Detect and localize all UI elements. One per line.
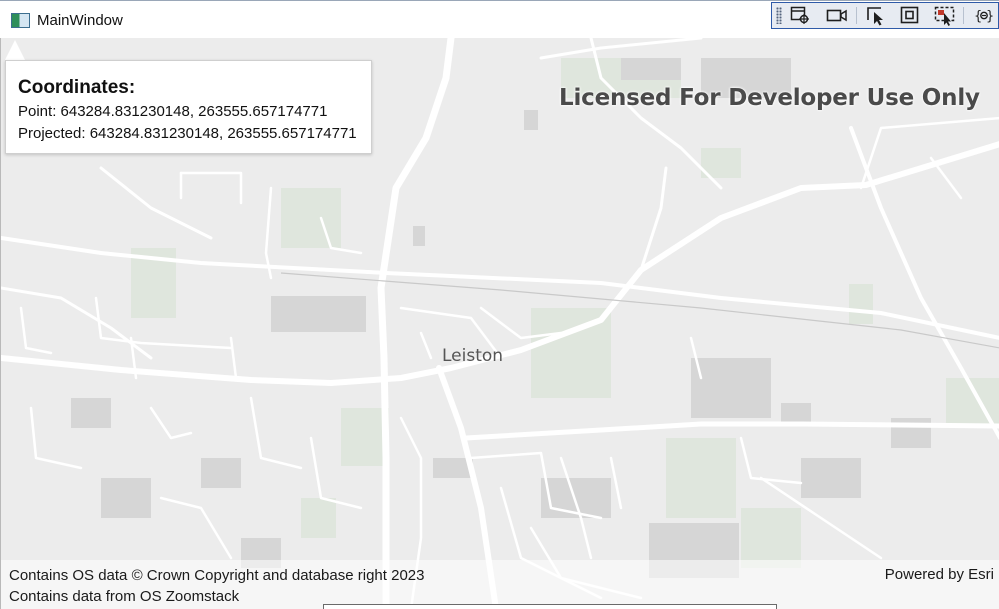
toolbar-separator (856, 7, 857, 24)
attribution-line-zoomstack: Contains data from OS Zoomstack (9, 588, 240, 605)
attribution-line-os: Contains OS data © Crown Copyright and d… (9, 567, 425, 584)
window-title: MainWindow (37, 12, 123, 29)
map-attribution[interactable]: Contains OS data © Crown Copyright and d… (1, 560, 999, 609)
powered-by-esri: Powered by Esri (884, 566, 994, 583)
place-label-leiston: Leiston (442, 346, 504, 366)
binding-failures-icon[interactable]: { } (971, 5, 995, 26)
bottom-panel-edge (323, 604, 777, 609)
coordinates-callout: Coordinates: Point: 643284.831230148, 26… (5, 60, 372, 154)
projected-coordinates: Projected: 643284.831230148, 263555.6571… (18, 125, 357, 142)
track-focused-element-icon[interactable] (932, 5, 956, 26)
point-coordinates: Point: 643284.831230148, 263555.65717477… (18, 103, 328, 120)
display-layout-adorners-icon[interactable] (898, 5, 922, 26)
callout-tail (5, 40, 25, 60)
video-camera-icon[interactable] (824, 5, 848, 26)
license-watermark: Licensed For Developer Use Only (559, 85, 980, 111)
toolbar-grip[interactable] (776, 7, 782, 24)
live-visual-tree-icon[interactable] (788, 5, 812, 26)
map-view[interactable]: Leiston Licensed For Developer Use Only … (0, 38, 999, 609)
toolbar-separator (963, 7, 964, 24)
app-window-icon (11, 13, 30, 28)
select-element-icon[interactable] (864, 5, 888, 26)
xaml-debug-toolbar: { } (771, 2, 999, 29)
coordinates-heading: Coordinates: (18, 77, 136, 98)
